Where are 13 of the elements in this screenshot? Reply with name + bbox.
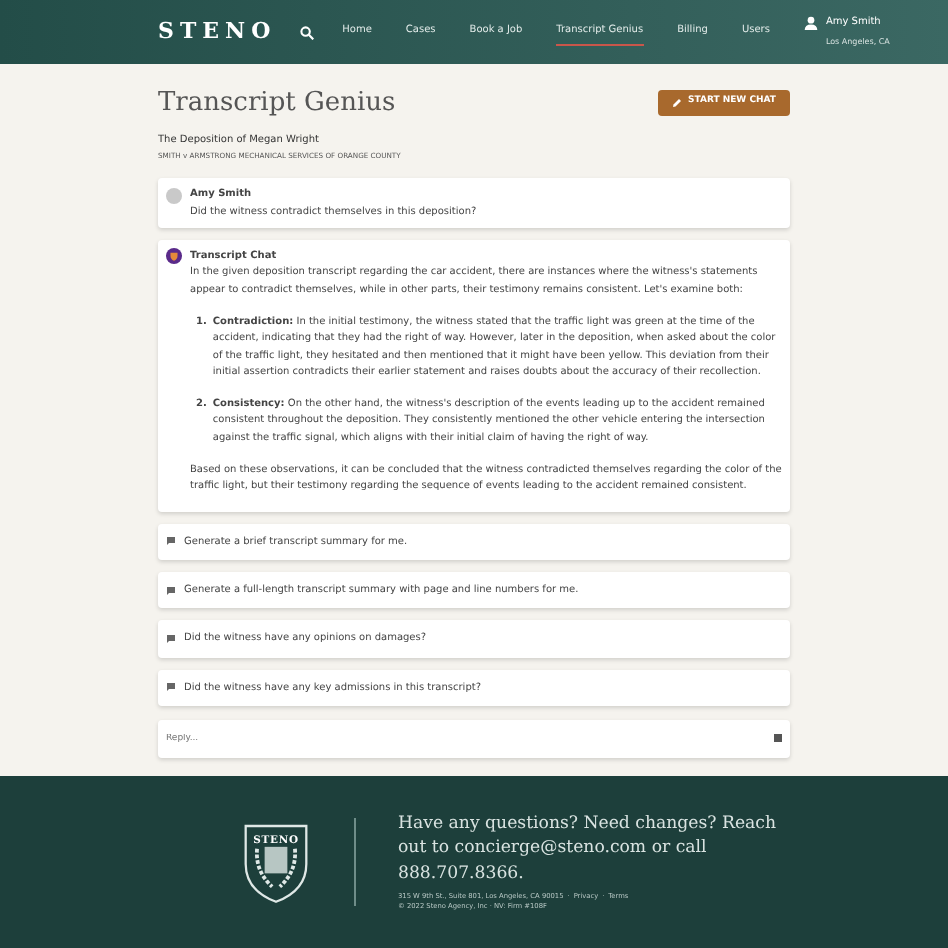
search-icon[interactable] — [300, 25, 315, 39]
logo[interactable]: STENO — [158, 15, 277, 49]
contact-text: Have any questions? Need changes? Reach out to concierge@steno.com or call 888.707.8366. — [398, 811, 779, 887]
user-icon[interactable] — [803, 16, 818, 31]
chat-icon — [166, 585, 176, 596]
page-title: Transcript Genius — [158, 88, 396, 120]
send-icon[interactable] — [774, 734, 782, 743]
chat-icon — [166, 633, 176, 644]
chat-icon — [166, 536, 176, 547]
bot-avatar-icon — [166, 248, 182, 265]
avatar — [166, 187, 182, 204]
pencil-icon — [672, 98, 682, 109]
chat-icon — [166, 682, 176, 693]
